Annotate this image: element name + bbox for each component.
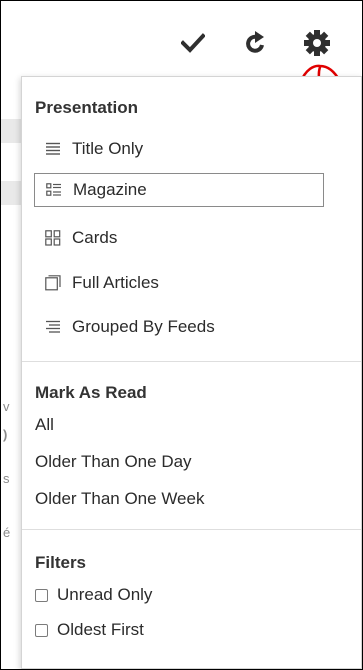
background-text: é (3, 525, 11, 540)
filters-heading: Filters (35, 553, 87, 572)
title-only-icon (44, 140, 62, 158)
presentation-heading: Presentation (35, 98, 138, 117)
checkmark-icon[interactable] (177, 27, 209, 59)
filter-label: Unread Only (57, 585, 153, 604)
refresh-icon[interactable] (240, 27, 272, 59)
oldest-first-checkbox[interactable] (35, 623, 48, 637)
mark-read-older-than-one-day[interactable]: Older Than One Day (35, 452, 192, 472)
screenshot-frame: v ) s é Presentation Title Only Magazine… (0, 0, 363, 670)
mark-read-all[interactable]: All (35, 415, 54, 435)
filter-oldest-first[interactable]: Oldest First (35, 620, 144, 640)
background-text: v (3, 399, 10, 414)
magazine-icon (45, 181, 63, 199)
cards-icon (44, 229, 62, 247)
option-full-articles[interactable]: Full Articles (34, 266, 324, 300)
grouped-by-feeds-icon (44, 318, 62, 336)
option-label: Grouped By Feeds (72, 317, 215, 336)
option-label: Magazine (73, 180, 147, 199)
background-text: ) (3, 427, 8, 442)
background-strip (1, 181, 21, 205)
view-options-menu: Presentation Title Only Magazine Cards F… (21, 76, 362, 669)
option-cards[interactable]: Cards (34, 221, 324, 255)
background-strip (1, 119, 21, 143)
filter-label: Oldest First (57, 620, 144, 639)
option-label: Full Articles (72, 273, 159, 292)
mark-as-read-heading: Mark As Read (35, 383, 147, 402)
mark-read-older-than-one-week[interactable]: Older Than One Week (35, 489, 204, 509)
filter-unread-only[interactable]: Unread Only (35, 585, 152, 605)
gear-icon[interactable] (301, 27, 333, 59)
background-text: s (3, 471, 10, 486)
full-articles-icon (44, 274, 62, 292)
divider (22, 529, 361, 530)
divider (22, 361, 361, 362)
option-title-only[interactable]: Title Only (34, 132, 324, 166)
option-magazine[interactable]: Magazine (34, 173, 324, 207)
unread-only-checkbox[interactable] (35, 588, 48, 602)
option-label: Cards (72, 228, 118, 247)
option-label: Title Only (72, 139, 144, 158)
option-grouped-by-feeds[interactable]: Grouped By Feeds (34, 310, 324, 344)
